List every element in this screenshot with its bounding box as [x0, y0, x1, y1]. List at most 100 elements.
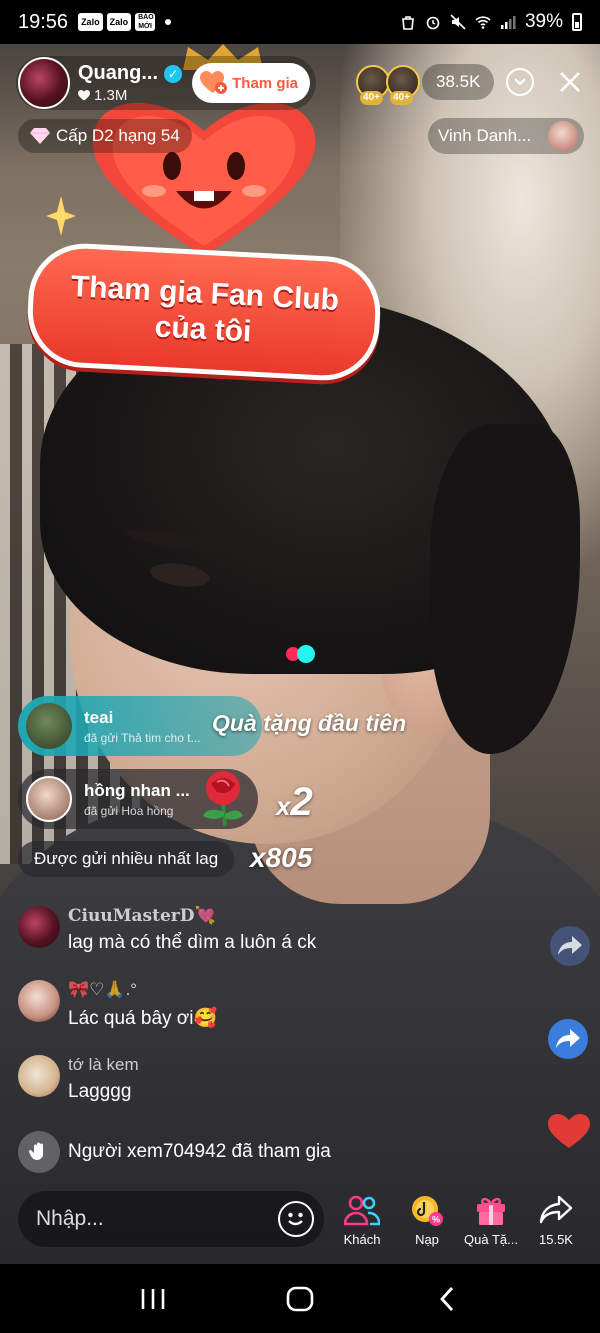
host-name: Quang... — [78, 62, 158, 84]
baomoi-notification-icon: BÁO MỚI — [135, 13, 156, 31]
recent-apps-button[interactable] — [128, 1274, 178, 1324]
like-heart-icon[interactable] — [548, 1114, 590, 1150]
share-arrow-icon — [556, 1029, 580, 1048]
gift-label: Quà Tặ... — [464, 1232, 518, 1247]
zalo-notification-icon: Zalo — [78, 13, 103, 31]
gift-sender-name: hồng nhan ... — [84, 780, 190, 800]
chat-username[interactable]: 🎀♡🙏.° — [68, 980, 217, 1002]
gift-combo-count: x2 — [276, 780, 313, 825]
wave-hand-icon — [18, 1131, 60, 1173]
system-nav-bar — [0, 1264, 600, 1333]
most-sent-count: x805 — [250, 842, 313, 873]
guests-icon — [344, 1192, 380, 1228]
fan-club-line-2: của tôi — [153, 310, 253, 349]
signal-icon — [500, 16, 516, 29]
honor-label: Vinh Danh... — [438, 126, 532, 145]
join-button-label: Tham gia — [232, 74, 298, 92]
join-notice: Người xem704942 đã tham gia — [18, 1131, 331, 1173]
host-likes: 1.3M — [78, 87, 190, 104]
status-time: 19:56 — [18, 10, 69, 33]
sparkle-icon — [46, 196, 76, 236]
wifi-icon — [475, 16, 491, 29]
host-info: Quang... ✓ 1.3M — [78, 62, 190, 104]
share-outline-icon — [538, 1192, 574, 1228]
share-button[interactable] — [548, 1019, 588, 1059]
data-saver-icon — [402, 16, 414, 30]
gift-description: đã gửi Hoa hồng — [84, 803, 174, 818]
alarm-icon — [426, 16, 440, 30]
back-button[interactable] — [422, 1274, 472, 1324]
fan-heart-icon — [200, 71, 228, 95]
share-button[interactable] — [550, 926, 590, 966]
comment-placeholder: Nhập... — [36, 1207, 104, 1230]
battery-icon — [572, 13, 582, 31]
chat-text: lag mà có thể dìm a luôn á ck — [68, 932, 317, 953]
fan-club-label: Tham gia Fan Club của tôi — [24, 240, 384, 384]
guest-label: Khách — [343, 1232, 381, 1247]
chat-avatar[interactable] — [18, 906, 60, 948]
viewer-level-badge: 40+ — [390, 91, 413, 105]
share-arrow-icon — [558, 936, 582, 955]
loading-dots-icon — [286, 645, 318, 663]
rank-pill[interactable]: Cấp D2 hạng 54 — [18, 119, 192, 153]
mute-icon — [450, 14, 466, 30]
chat-avatar[interactable] — [18, 1055, 60, 1097]
zalo-notification-icon: Zalo — [106, 13, 132, 31]
gift-box-icon — [473, 1192, 509, 1228]
svg-text:%: % — [432, 1215, 440, 1225]
status-bar: 19:56 Zalo Zalo BÁO MỚI 39% — [0, 0, 600, 44]
gift-button[interactable]: Quà Tặ... — [461, 1192, 521, 1247]
coin-icon: % — [409, 1192, 445, 1228]
gift-sender-avatar — [26, 703, 72, 749]
gift-sender-avatar — [26, 776, 72, 822]
share-count-button[interactable]: 15.5K — [526, 1192, 586, 1247]
host-avatar[interactable] — [18, 57, 70, 109]
top-viewers[interactable]: 40+ 40+ 38.5K — [356, 62, 495, 105]
viewer-level-badge: 40+ — [360, 91, 383, 105]
top-viewer-avatar[interactable]: 40+ — [386, 65, 420, 105]
join-fan-club-button[interactable]: Tham gia — [192, 63, 310, 103]
rank-label: Cấp D2 hạng 54 — [56, 126, 180, 145]
guest-button[interactable]: Khách — [332, 1192, 392, 1247]
combo-number: 2 — [290, 780, 313, 824]
home-icon — [286, 1286, 314, 1311]
chat-avatar[interactable] — [18, 980, 60, 1022]
comment-input[interactable]: Nhập... — [18, 1191, 324, 1247]
chat-username[interactable]: CiuuMasterD💘 — [68, 906, 316, 928]
diamond-icon — [30, 128, 50, 144]
more-notifications-dot — [165, 19, 172, 25]
close-icon — [560, 72, 580, 92]
back-icon — [439, 1286, 453, 1311]
smiley-icon — [288, 1212, 303, 1226]
chat-text: Lagggg — [68, 1081, 132, 1102]
rose-icon — [203, 771, 243, 827]
home-button[interactable] — [275, 1274, 325, 1324]
battery-percent: 39% — [524, 11, 563, 32]
recharge-button[interactable]: % Nạp — [397, 1192, 457, 1247]
top-viewer-avatar[interactable]: 40+ — [356, 65, 390, 105]
streamer-hair-side — [430, 424, 580, 754]
recent-apps-icon — [142, 1288, 165, 1309]
chat-username[interactable]: tớ là kem — [68, 1055, 139, 1077]
chat-message[interactable]: 🎀♡🙏.° Lác quá bây ơi🥰 — [18, 980, 217, 1030]
gift-description: đã gửi Thả tim cho t... — [84, 730, 201, 745]
collapse-button[interactable] — [502, 64, 538, 100]
most-sent-gift-pill[interactable]: Được gửi nhiều nhất lag — [18, 841, 235, 877]
honor-pill[interactable]: Vinh Danh... — [428, 118, 584, 154]
gift-sender-name: teai — [84, 707, 114, 727]
chevron-down-icon — [506, 68, 534, 96]
heart-icon — [78, 90, 90, 101]
chat-message[interactable]: tớ là kem Lagggg — [18, 1055, 139, 1103]
verified-badge-icon: ✓ — [164, 64, 182, 83]
share-count: 15.5K — [539, 1232, 573, 1247]
close-button[interactable] — [552, 64, 588, 100]
host-profile-pill[interactable]: Quang... ✓ 1.3M Tham gia — [16, 56, 316, 110]
most-sent-label: Được gửi nhiều nhất lag — [34, 849, 219, 868]
chat-text: Lác quá bây ơi🥰 — [68, 1008, 218, 1029]
combo-prefix: x — [276, 791, 291, 821]
host-likes-count: 1.3M — [94, 87, 128, 104]
recharge-label: Nạp — [415, 1232, 439, 1247]
emoji-button[interactable] — [278, 1201, 314, 1237]
viewer-count[interactable]: 38.5K — [422, 64, 495, 100]
chat-message[interactable]: CiuuMasterD💘 lag mà có thể dìm a luôn á … — [18, 906, 316, 954]
